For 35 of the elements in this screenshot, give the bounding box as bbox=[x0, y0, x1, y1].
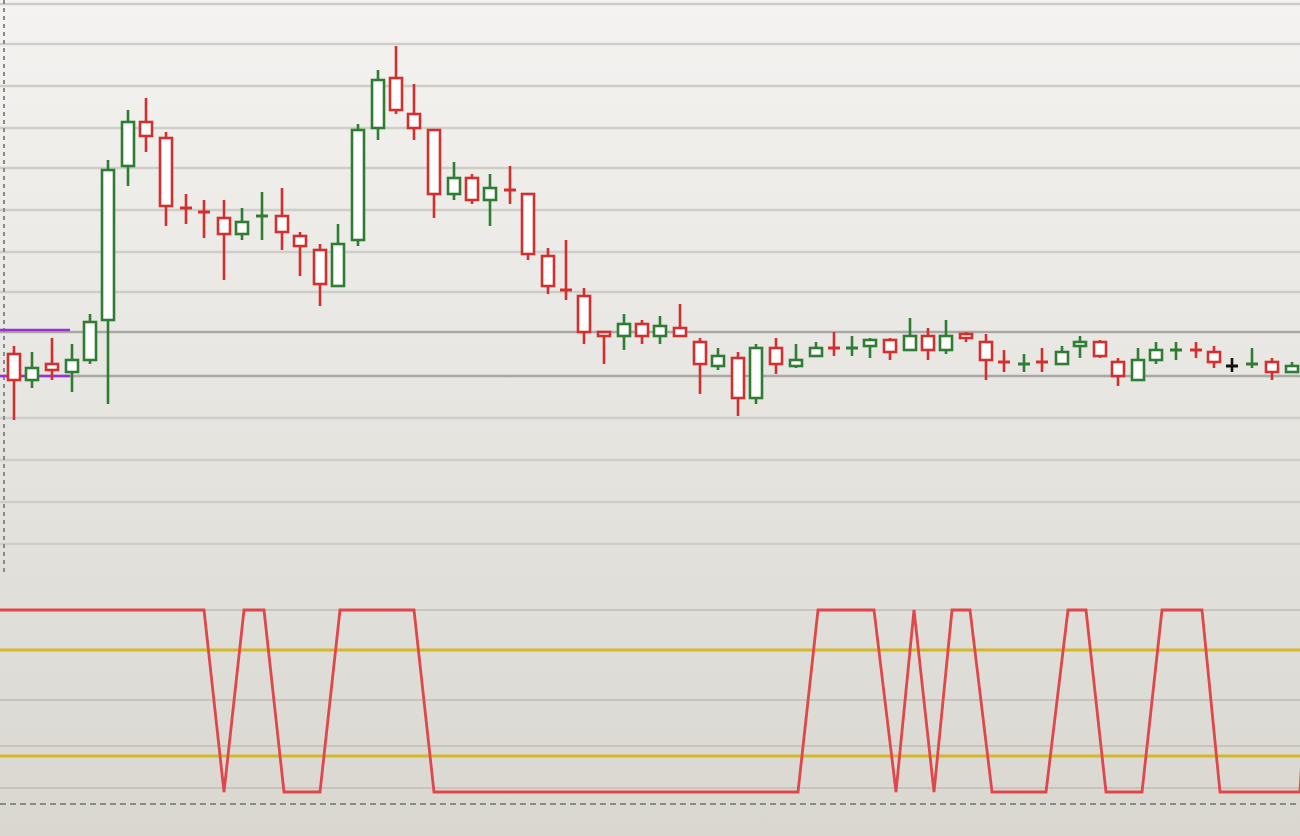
candlestick bbox=[520, 192, 536, 260]
candlestick bbox=[180, 194, 192, 224]
candlestick bbox=[1246, 348, 1258, 368]
candlestick bbox=[958, 332, 974, 342]
candlestick bbox=[978, 334, 994, 380]
candlestick bbox=[596, 330, 612, 364]
candlestick bbox=[846, 336, 858, 356]
candlestick bbox=[1206, 346, 1222, 368]
candlestick bbox=[560, 240, 572, 300]
candlestick bbox=[862, 338, 878, 358]
candlestick bbox=[1284, 362, 1300, 374]
candlestick bbox=[1018, 354, 1030, 372]
candlestick bbox=[768, 338, 784, 374]
level-line bbox=[0, 328, 70, 332]
candlestick bbox=[426, 128, 442, 218]
candlestick bbox=[198, 200, 210, 238]
candlestick bbox=[1226, 358, 1238, 372]
candlestick bbox=[504, 166, 516, 204]
candlestick bbox=[788, 344, 804, 368]
candlestick bbox=[1036, 348, 1048, 372]
candlestick bbox=[808, 342, 824, 358]
candlestick bbox=[672, 304, 688, 338]
candlestick bbox=[158, 132, 174, 226]
level-line bbox=[0, 374, 70, 378]
candlestick bbox=[576, 288, 592, 344]
candlestick bbox=[350, 124, 366, 246]
candlestick bbox=[44, 338, 60, 380]
candlestick bbox=[540, 248, 556, 294]
candlestick bbox=[1190, 342, 1202, 358]
candlestick bbox=[256, 192, 268, 240]
candlestick bbox=[882, 338, 898, 360]
candlestick bbox=[1264, 358, 1280, 380]
candlestick bbox=[828, 332, 840, 356]
candlestick bbox=[998, 350, 1010, 372]
candlestick bbox=[1170, 342, 1182, 360]
